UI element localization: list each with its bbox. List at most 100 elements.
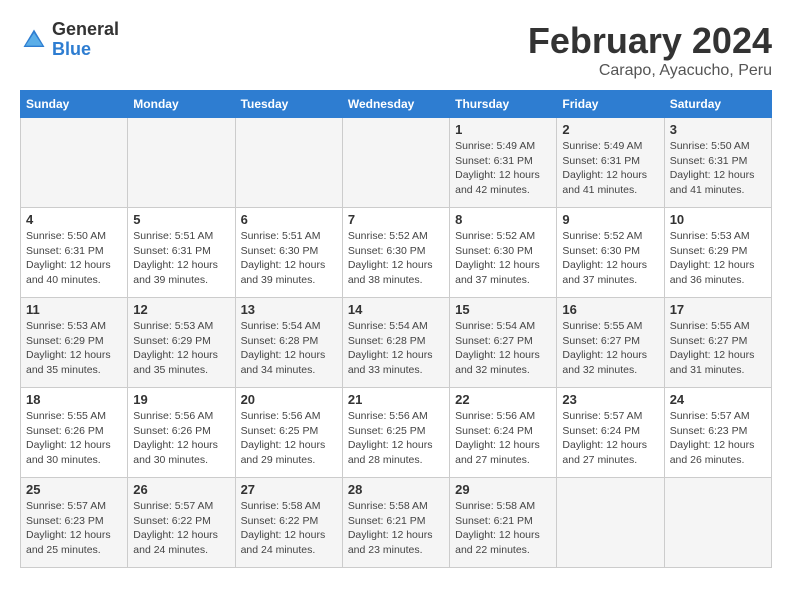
day-info: Sunrise: 5:51 AM Sunset: 6:30 PM Dayligh… xyxy=(241,229,337,288)
day-number: 29 xyxy=(455,482,551,497)
day-number: 14 xyxy=(348,302,444,317)
day-cell: 5 Sunrise: 5:51 AM Sunset: 6:31 PM Daylig… xyxy=(128,208,235,298)
day-number: 6 xyxy=(241,212,337,227)
day-number: 8 xyxy=(455,212,551,227)
day-cell: 26 Sunrise: 5:57 AM Sunset: 6:22 PM Dayli… xyxy=(128,478,235,568)
day-number: 19 xyxy=(133,392,229,407)
day-info: Sunrise: 5:49 AM Sunset: 6:31 PM Dayligh… xyxy=(455,139,551,198)
day-info: Sunrise: 5:51 AM Sunset: 6:31 PM Dayligh… xyxy=(133,229,229,288)
day-cell: 29 Sunrise: 5:58 AM Sunset: 6:21 PM Dayli… xyxy=(450,478,557,568)
column-header-friday: Friday xyxy=(557,91,664,118)
week-row-3: 11 Sunrise: 5:53 AM Sunset: 6:29 PM Dayli… xyxy=(21,298,772,388)
week-row-1: 1 Sunrise: 5:49 AM Sunset: 6:31 PM Daylig… xyxy=(21,118,772,208)
month-title: February 2024 xyxy=(528,20,772,62)
day-info: Sunrise: 5:58 AM Sunset: 6:21 PM Dayligh… xyxy=(455,499,551,558)
day-number: 23 xyxy=(562,392,658,407)
day-info: Sunrise: 5:55 AM Sunset: 6:27 PM Dayligh… xyxy=(670,319,766,378)
day-number: 21 xyxy=(348,392,444,407)
day-cell: 14 Sunrise: 5:54 AM Sunset: 6:28 PM Dayli… xyxy=(342,298,449,388)
calendar-header: SundayMondayTuesdayWednesdayThursdayFrid… xyxy=(21,91,772,118)
day-cell: 19Sunrise: 5:56 AM Sunset: 6:26 PM Dayli… xyxy=(128,388,235,478)
day-cell: 10 Sunrise: 5:53 AM Sunset: 6:29 PM Dayli… xyxy=(664,208,771,298)
day-cell: 23Sunrise: 5:57 AM Sunset: 6:24 PM Dayli… xyxy=(557,388,664,478)
day-cell: 2 Sunrise: 5:49 AM Sunset: 6:31 PM Daylig… xyxy=(557,118,664,208)
day-cell: 12Sunrise: 5:53 AM Sunset: 6:29 PM Dayli… xyxy=(128,298,235,388)
day-number: 10 xyxy=(670,212,766,227)
day-number: 17 xyxy=(670,302,766,317)
day-number: 3 xyxy=(670,122,766,137)
day-number: 7 xyxy=(348,212,444,227)
day-info: Sunrise: 5:54 AM Sunset: 6:28 PM Dayligh… xyxy=(241,319,337,378)
day-info: Sunrise: 5:54 AM Sunset: 6:27 PM Dayligh… xyxy=(455,319,551,378)
day-cell: 18 Sunrise: 5:55 AM Sunset: 6:26 PM Dayli… xyxy=(21,388,128,478)
week-row-5: 25 Sunrise: 5:57 AM Sunset: 6:23 PM Dayli… xyxy=(21,478,772,568)
day-cell: 21 Sunrise: 5:56 AM Sunset: 6:25 PM Dayli… xyxy=(342,388,449,478)
day-cell: 15Sunrise: 5:54 AM Sunset: 6:27 PM Dayli… xyxy=(450,298,557,388)
day-info: Sunrise: 5:52 AM Sunset: 6:30 PM Dayligh… xyxy=(562,229,658,288)
logo-icon xyxy=(20,26,48,54)
day-info: Sunrise: 5:53 AM Sunset: 6:29 PM Dayligh… xyxy=(26,319,122,378)
day-cell: 13 Sunrise: 5:54 AM Sunset: 6:28 PM Dayli… xyxy=(235,298,342,388)
day-number: 13 xyxy=(241,302,337,317)
day-cell: 7Sunrise: 5:52 AM Sunset: 6:30 PM Daylig… xyxy=(342,208,449,298)
day-info: Sunrise: 5:57 AM Sunset: 6:23 PM Dayligh… xyxy=(26,499,122,558)
week-row-2: 4Sunrise: 5:50 AM Sunset: 6:31 PM Daylig… xyxy=(21,208,772,298)
day-info: Sunrise: 5:57 AM Sunset: 6:22 PM Dayligh… xyxy=(133,499,229,558)
day-number: 2 xyxy=(562,122,658,137)
day-number: 1 xyxy=(455,122,551,137)
day-info: Sunrise: 5:56 AM Sunset: 6:25 PM Dayligh… xyxy=(348,409,444,468)
day-number: 20 xyxy=(241,392,337,407)
day-number: 28 xyxy=(348,482,444,497)
day-number: 18 xyxy=(26,392,122,407)
day-info: Sunrise: 5:53 AM Sunset: 6:29 PM Dayligh… xyxy=(670,229,766,288)
title-block: February 2024 Carapo, Ayacucho, Peru xyxy=(528,20,772,80)
day-cell xyxy=(235,118,342,208)
day-cell: 11 Sunrise: 5:53 AM Sunset: 6:29 PM Dayli… xyxy=(21,298,128,388)
day-cell: 1 Sunrise: 5:49 AM Sunset: 6:31 PM Daylig… xyxy=(450,118,557,208)
day-info: Sunrise: 5:49 AM Sunset: 6:31 PM Dayligh… xyxy=(562,139,658,198)
day-cell: 8Sunrise: 5:52 AM Sunset: 6:30 PM Daylig… xyxy=(450,208,557,298)
day-info: Sunrise: 5:54 AM Sunset: 6:28 PM Dayligh… xyxy=(348,319,444,378)
day-cell: 6 Sunrise: 5:51 AM Sunset: 6:30 PM Daylig… xyxy=(235,208,342,298)
day-cell xyxy=(664,478,771,568)
day-cell: 20 Sunrise: 5:56 AM Sunset: 6:25 PM Dayli… xyxy=(235,388,342,478)
day-info: Sunrise: 5:55 AM Sunset: 6:26 PM Dayligh… xyxy=(26,409,122,468)
day-cell xyxy=(21,118,128,208)
day-number: 24 xyxy=(670,392,766,407)
day-info: Sunrise: 5:56 AM Sunset: 6:24 PM Dayligh… xyxy=(455,409,551,468)
day-cell: 22 Sunrise: 5:56 AM Sunset: 6:24 PM Dayli… xyxy=(450,388,557,478)
day-cell: 25 Sunrise: 5:57 AM Sunset: 6:23 PM Dayli… xyxy=(21,478,128,568)
day-number: 22 xyxy=(455,392,551,407)
day-cell: 16Sunrise: 5:55 AM Sunset: 6:27 PM Dayli… xyxy=(557,298,664,388)
logo: General Blue xyxy=(20,20,119,60)
page-header: General Blue February 2024 Carapo, Ayacu… xyxy=(20,20,772,80)
day-number: 4 xyxy=(26,212,122,227)
column-header-saturday: Saturday xyxy=(664,91,771,118)
week-row-4: 18 Sunrise: 5:55 AM Sunset: 6:26 PM Dayli… xyxy=(21,388,772,478)
day-cell: 4Sunrise: 5:50 AM Sunset: 6:31 PM Daylig… xyxy=(21,208,128,298)
column-header-sunday: Sunday xyxy=(21,91,128,118)
day-cell: 3 Sunrise: 5:50 AM Sunset: 6:31 PM Daylig… xyxy=(664,118,771,208)
day-info: Sunrise: 5:50 AM Sunset: 6:31 PM Dayligh… xyxy=(670,139,766,198)
column-header-monday: Monday xyxy=(128,91,235,118)
location-subtitle: Carapo, Ayacucho, Peru xyxy=(528,62,772,80)
day-cell xyxy=(128,118,235,208)
day-info: Sunrise: 5:58 AM Sunset: 6:21 PM Dayligh… xyxy=(348,499,444,558)
day-number: 11 xyxy=(26,302,122,317)
column-header-tuesday: Tuesday xyxy=(235,91,342,118)
day-info: Sunrise: 5:56 AM Sunset: 6:25 PM Dayligh… xyxy=(241,409,337,468)
day-cell: 24 Sunrise: 5:57 AM Sunset: 6:23 PM Dayli… xyxy=(664,388,771,478)
day-number: 25 xyxy=(26,482,122,497)
day-number: 27 xyxy=(241,482,337,497)
day-info: Sunrise: 5:58 AM Sunset: 6:22 PM Dayligh… xyxy=(241,499,337,558)
day-number: 9 xyxy=(562,212,658,227)
day-number: 12 xyxy=(133,302,229,317)
calendar-body: 1 Sunrise: 5:49 AM Sunset: 6:31 PM Daylig… xyxy=(21,118,772,568)
day-number: 5 xyxy=(133,212,229,227)
day-cell: 28 Sunrise: 5:58 AM Sunset: 6:21 PM Dayli… xyxy=(342,478,449,568)
header-row: SundayMondayTuesdayWednesdayThursdayFrid… xyxy=(21,91,772,118)
day-cell: 27 Sunrise: 5:58 AM Sunset: 6:22 PM Dayli… xyxy=(235,478,342,568)
day-info: Sunrise: 5:57 AM Sunset: 6:23 PM Dayligh… xyxy=(670,409,766,468)
day-cell xyxy=(557,478,664,568)
day-number: 26 xyxy=(133,482,229,497)
